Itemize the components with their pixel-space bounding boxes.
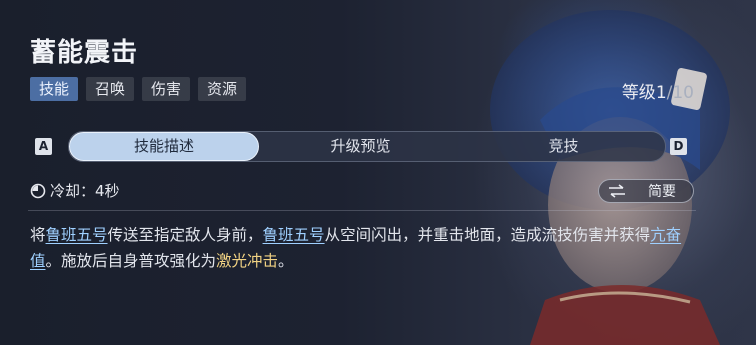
desc-text: 传送至指定敌人身前， <box>107 226 263 244</box>
clock-icon <box>30 183 46 198</box>
skill-description: 将鲁班五号传送至指定敌人身前，鲁班五号从空间闪出，并重击地面，造成流技伤害并获得… <box>30 222 710 274</box>
key-hint-d: D <box>670 138 687 155</box>
highlight-laser-strike: 激光冲击 <box>216 252 279 270</box>
tag-skill: 技能 <box>30 77 79 101</box>
tag-resource: 资源 <box>198 77 247 101</box>
desc-text: 将 <box>30 226 46 244</box>
simple-toggle-button[interactable]: 简要 <box>598 179 694 203</box>
divider <box>28 210 696 211</box>
tab-bar: 技能描述 升级预览 竞技 <box>68 131 666 162</box>
tag-damage: 伤害 <box>142 77 191 101</box>
level-current: 1 <box>655 83 667 103</box>
key-hint-a: A <box>35 138 52 155</box>
tab-arena[interactable]: 竞技 <box>462 132 665 161</box>
cooldown-text: 冷却：4秒 <box>50 182 120 200</box>
level-label: 等级 <box>621 83 656 103</box>
link-luban-2[interactable]: 鲁班五号 <box>263 226 325 244</box>
cooldown-row: 冷却：4秒 <box>30 180 120 201</box>
link-luban-1[interactable]: 鲁班五号 <box>46 226 108 244</box>
desc-text: 。 <box>278 252 294 270</box>
swap-icon <box>609 184 625 198</box>
desc-text: 。施放后自身普攻强化为 <box>45 252 217 270</box>
simple-toggle-label: 简要 <box>648 184 676 200</box>
skill-title: 蓄能震击 <box>30 38 139 68</box>
level-max: /10 <box>666 83 694 103</box>
tab-skill-description[interactable]: 技能描述 <box>69 132 259 161</box>
tag-summon: 召唤 <box>86 77 135 101</box>
desc-text: 从空间闪出，并重击地面，造成流技伤害并获得 <box>324 226 651 244</box>
tab-upgrade-preview[interactable]: 升级预览 <box>259 132 462 161</box>
skill-level: 等级1/10 <box>622 78 694 103</box>
skill-tags: 技能 召唤 伤害 资源 <box>30 77 247 101</box>
